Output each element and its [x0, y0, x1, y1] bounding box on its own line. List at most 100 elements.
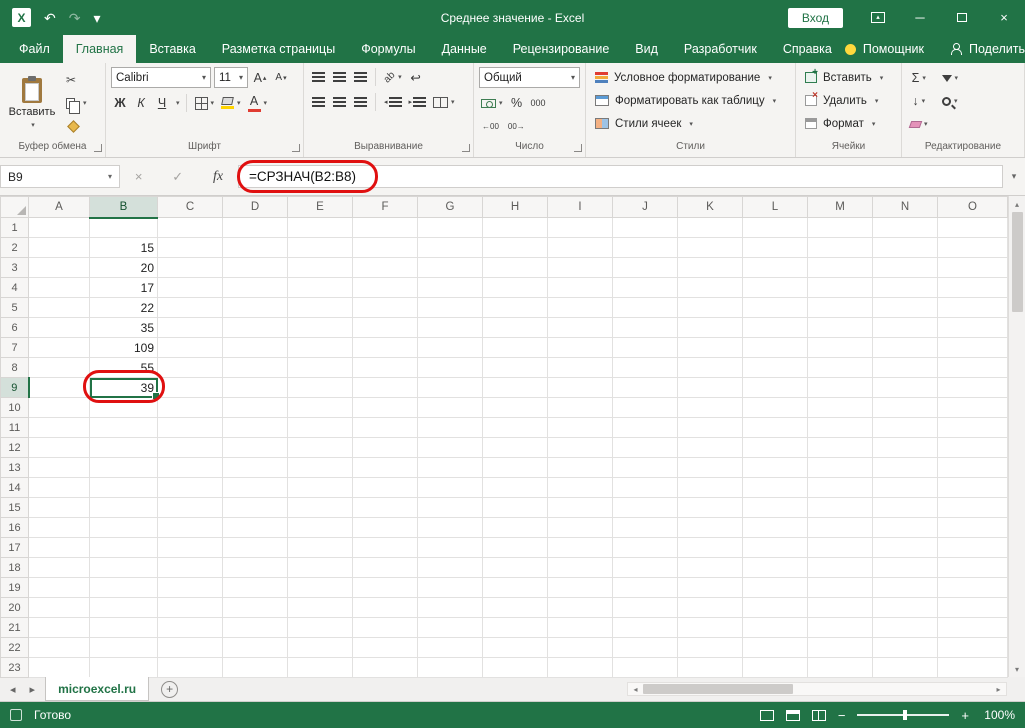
horizontal-scrollbar[interactable]: ◂ ▸ [627, 682, 1007, 696]
increase-indent-button[interactable]: ▸ [407, 92, 429, 112]
cell-N15[interactable] [873, 498, 938, 518]
cell-B7[interactable]: 109 [90, 338, 158, 358]
cell-K10[interactable] [678, 398, 743, 418]
column-header-N[interactable]: N [873, 197, 938, 218]
cell-D20[interactable] [223, 598, 288, 618]
cell-G17[interactable] [418, 538, 483, 558]
cell-B16[interactable] [90, 518, 158, 538]
cell-F12[interactable] [353, 438, 418, 458]
cell-M9[interactable] [808, 378, 873, 398]
cell-C16[interactable] [158, 518, 223, 538]
cell-L21[interactable] [743, 618, 808, 638]
cell-N8[interactable] [873, 358, 938, 378]
tab-insert[interactable]: Вставка [136, 35, 208, 63]
cell-N3[interactable] [873, 258, 938, 278]
close-button[interactable]: × [983, 0, 1025, 35]
cell-H15[interactable] [483, 498, 548, 518]
row-header-11[interactable]: 11 [1, 418, 29, 438]
cell-N17[interactable] [873, 538, 938, 558]
cell-B11[interactable] [90, 418, 158, 438]
cell-styles-button[interactable]: Стили ячеек ▾ [591, 113, 790, 134]
cell-A1[interactable] [29, 218, 90, 238]
column-header-L[interactable]: L [743, 197, 808, 218]
cell-E1[interactable] [288, 218, 353, 238]
cell-D23[interactable] [223, 658, 288, 678]
cell-E3[interactable] [288, 258, 353, 278]
increase-font-size-button[interactable]: А▴ [251, 68, 269, 88]
cell-M20[interactable] [808, 598, 873, 618]
cell-G12[interactable] [418, 438, 483, 458]
next-sheet-button[interactable]: ▸ [30, 683, 36, 696]
cell-G7[interactable] [418, 338, 483, 358]
cell-E15[interactable] [288, 498, 353, 518]
cell-K12[interactable] [678, 438, 743, 458]
cell-O16[interactable] [938, 518, 1008, 538]
cell-B19[interactable] [90, 578, 158, 598]
cell-I23[interactable] [548, 658, 613, 678]
cell-C14[interactable] [158, 478, 223, 498]
cell-N19[interactable] [873, 578, 938, 598]
cell-D6[interactable] [223, 318, 288, 338]
cell-K14[interactable] [678, 478, 743, 498]
insert-function-button[interactable]: fx [213, 169, 223, 185]
cell-K22[interactable] [678, 638, 743, 658]
cell-O18[interactable] [938, 558, 1008, 578]
cell-N20[interactable] [873, 598, 938, 618]
tab-developer[interactable]: Разработчик [671, 35, 770, 63]
row-header-9[interactable]: 9 [1, 378, 29, 398]
cell-C7[interactable] [158, 338, 223, 358]
cell-L4[interactable] [743, 278, 808, 298]
cell-K2[interactable] [678, 238, 743, 258]
cell-J22[interactable] [613, 638, 678, 658]
cell-L19[interactable] [743, 578, 808, 598]
cell-A12[interactable] [29, 438, 90, 458]
zoom-slider-thumb[interactable] [903, 710, 907, 720]
cell-G23[interactable] [418, 658, 483, 678]
cell-A13[interactable] [29, 458, 90, 478]
cell-M18[interactable] [808, 558, 873, 578]
clipboard-dialog-launcher-icon[interactable] [94, 144, 102, 152]
macro-recording-icon[interactable] [10, 709, 22, 721]
cell-L15[interactable] [743, 498, 808, 518]
scroll-right-button[interactable]: ▸ [991, 685, 1006, 694]
cell-M19[interactable] [808, 578, 873, 598]
cell-I19[interactable] [548, 578, 613, 598]
cell-O17[interactable] [938, 538, 1008, 558]
bold-button[interactable]: Ж [111, 93, 129, 113]
conditional-formatting-button[interactable]: Условное форматирование ▾ [591, 67, 790, 88]
cell-A5[interactable] [29, 298, 90, 318]
cell-K7[interactable] [678, 338, 743, 358]
cell-A22[interactable] [29, 638, 90, 658]
cell-N2[interactable] [873, 238, 938, 258]
zoom-slider[interactable] [857, 714, 949, 716]
sign-in-button[interactable]: Вход [788, 8, 843, 28]
scroll-down-button[interactable]: ▾ [1009, 661, 1025, 677]
cell-L12[interactable] [743, 438, 808, 458]
cell-O4[interactable] [938, 278, 1008, 298]
cell-D19[interactable] [223, 578, 288, 598]
cell-G9[interactable] [418, 378, 483, 398]
cell-F21[interactable] [353, 618, 418, 638]
cell-H20[interactable] [483, 598, 548, 618]
cell-M23[interactable] [808, 658, 873, 678]
cell-D2[interactable] [223, 238, 288, 258]
cell-A19[interactable] [29, 578, 90, 598]
cell-I4[interactable] [548, 278, 613, 298]
cell-M17[interactable] [808, 538, 873, 558]
cell-B9[interactable]: 39 [90, 378, 158, 398]
cell-E21[interactable] [288, 618, 353, 638]
cell-B21[interactable] [90, 618, 158, 638]
cell-L6[interactable] [743, 318, 808, 338]
cell-J3[interactable] [613, 258, 678, 278]
cell-D9[interactable] [223, 378, 288, 398]
cell-E6[interactable] [288, 318, 353, 338]
cell-L18[interactable] [743, 558, 808, 578]
cell-F2[interactable] [353, 238, 418, 258]
cell-H8[interactable] [483, 358, 548, 378]
cell-H9[interactable] [483, 378, 548, 398]
cell-C4[interactable] [158, 278, 223, 298]
cell-I2[interactable] [548, 238, 613, 258]
cell-K15[interactable] [678, 498, 743, 518]
cell-A18[interactable] [29, 558, 90, 578]
row-header-18[interactable]: 18 [1, 558, 29, 578]
